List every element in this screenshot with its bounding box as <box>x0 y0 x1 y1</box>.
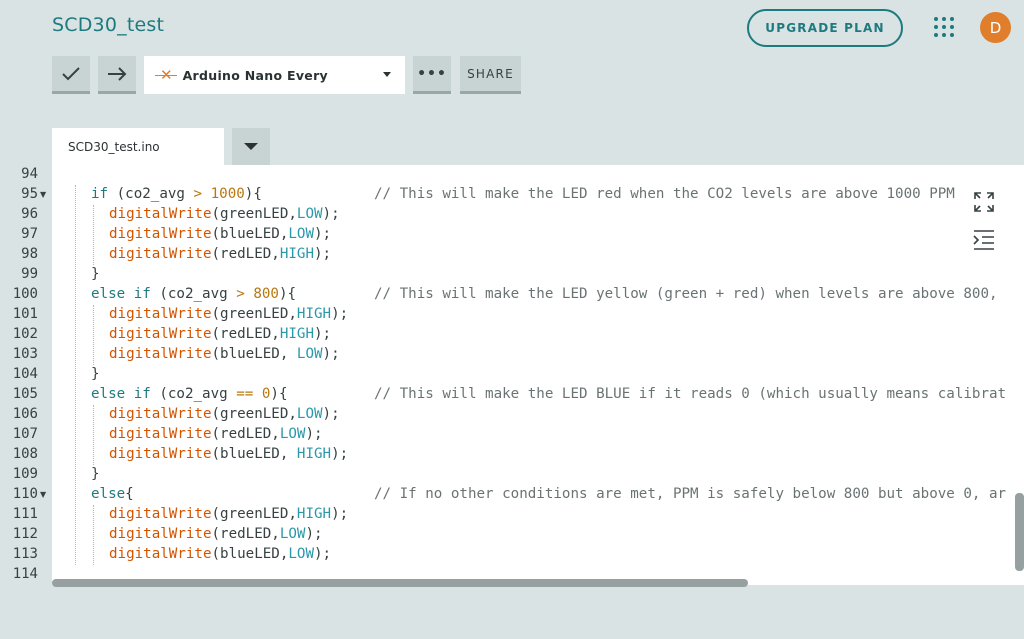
code-line: if (co2_avg > 1000){ <box>91 186 262 202</box>
line-number: 99 <box>21 266 38 282</box>
code-line: digitalWrite(greenLED,HIGH); <box>109 306 349 322</box>
share-button[interactable]: SHARE <box>460 56 521 94</box>
code-line: else if (co2_avg == 0){ <box>91 386 288 402</box>
caret-down-icon <box>244 143 258 150</box>
tab-menu-button[interactable] <box>232 128 270 165</box>
code-comment: // This will make the LED BLUE if it rea… <box>374 386 1007 402</box>
line-number: 101 <box>12 306 38 322</box>
tab-file[interactable]: SCD30_test.ino <box>52 128 224 165</box>
indent-guide <box>75 185 76 565</box>
code-line: else if (co2_avg > 800){ <box>91 286 297 302</box>
code-line: digitalWrite(redLED,LOW); <box>109 426 323 442</box>
line-number: 104 <box>12 366 38 382</box>
line-number: 113 <box>12 546 38 562</box>
line-number: 114 <box>12 566 38 582</box>
board-selector[interactable]: ✕ Arduino Nano Every <box>144 56 405 94</box>
line-number: 103 <box>12 346 38 362</box>
horizontal-scrollbar-thumb[interactable] <box>52 579 748 587</box>
indent-guide <box>93 405 94 465</box>
line-number: 108 <box>12 446 38 462</box>
checkmark-icon <box>62 66 80 80</box>
code-comment: // This will make the LED yellow (green … <box>374 286 998 302</box>
line-number: 102 <box>12 326 38 342</box>
code-line: digitalWrite(blueLED,LOW); <box>109 546 332 562</box>
code-line: digitalWrite(redLED,HIGH); <box>109 326 332 342</box>
code-line: digitalWrite(blueLED, HIGH); <box>109 446 349 462</box>
code-comment: // This will make the LED red when the C… <box>374 186 955 202</box>
code-line: digitalWrite(redLED,LOW); <box>109 526 323 542</box>
line-number: 96 <box>21 206 38 222</box>
code-line: } <box>91 266 100 282</box>
indent-guide <box>93 205 94 265</box>
fold-arrow-icon[interactable]: ▼ <box>40 185 46 205</box>
line-number: 97 <box>21 226 38 242</box>
vertical-scrollbar-thumb[interactable] <box>1015 493 1024 571</box>
line-number: 112 <box>12 526 38 542</box>
user-avatar[interactable]: D <box>980 12 1011 43</box>
apps-grid-icon[interactable] <box>934 17 954 37</box>
line-number: 111 <box>12 506 38 522</box>
code-line: digitalWrite(blueLED, LOW); <box>109 346 340 362</box>
line-number: 110 <box>12 486 38 502</box>
code-line: digitalWrite(greenLED,HIGH); <box>109 506 349 522</box>
board-name: Arduino Nano Every <box>182 67 328 83</box>
line-number: 95 <box>21 186 38 202</box>
line-number: 105 <box>12 386 38 402</box>
code-line: else{ <box>91 486 134 502</box>
indent-guide <box>93 305 94 365</box>
line-number: 107 <box>12 426 38 442</box>
line-number: 100 <box>12 286 38 302</box>
line-number: 98 <box>21 246 38 262</box>
arrow-right-icon <box>108 66 127 81</box>
upgrade-plan-button[interactable]: UPGRADE PLAN <box>747 9 903 47</box>
upload-button[interactable] <box>98 56 136 94</box>
line-number: 94 <box>21 166 38 182</box>
more-options-button[interactable]: ••• <box>413 56 451 94</box>
code-line: digitalWrite(greenLED,LOW); <box>109 206 340 222</box>
code-line: digitalWrite(redLED,HIGH); <box>109 246 332 262</box>
verify-button[interactable] <box>52 56 90 94</box>
line-number: 109 <box>12 466 38 482</box>
sketch-title[interactable]: SCD30_test <box>52 14 164 36</box>
code-line: } <box>91 366 100 382</box>
code-line: } <box>91 466 100 482</box>
indent-icon[interactable] <box>972 229 996 251</box>
expand-icon[interactable] <box>972 190 996 214</box>
chevron-down-icon <box>383 72 391 77</box>
board-disconnected-icon: ✕ <box>155 66 177 84</box>
code-line: digitalWrite(blueLED,LOW); <box>109 226 332 242</box>
fold-arrow-icon[interactable]: ▼ <box>40 485 46 505</box>
indent-guide <box>93 505 94 565</box>
code-line: digitalWrite(greenLED,LOW); <box>109 406 340 422</box>
code-comment: // If no other conditions are met, PPM i… <box>374 486 1007 502</box>
line-number: 106 <box>12 406 38 422</box>
